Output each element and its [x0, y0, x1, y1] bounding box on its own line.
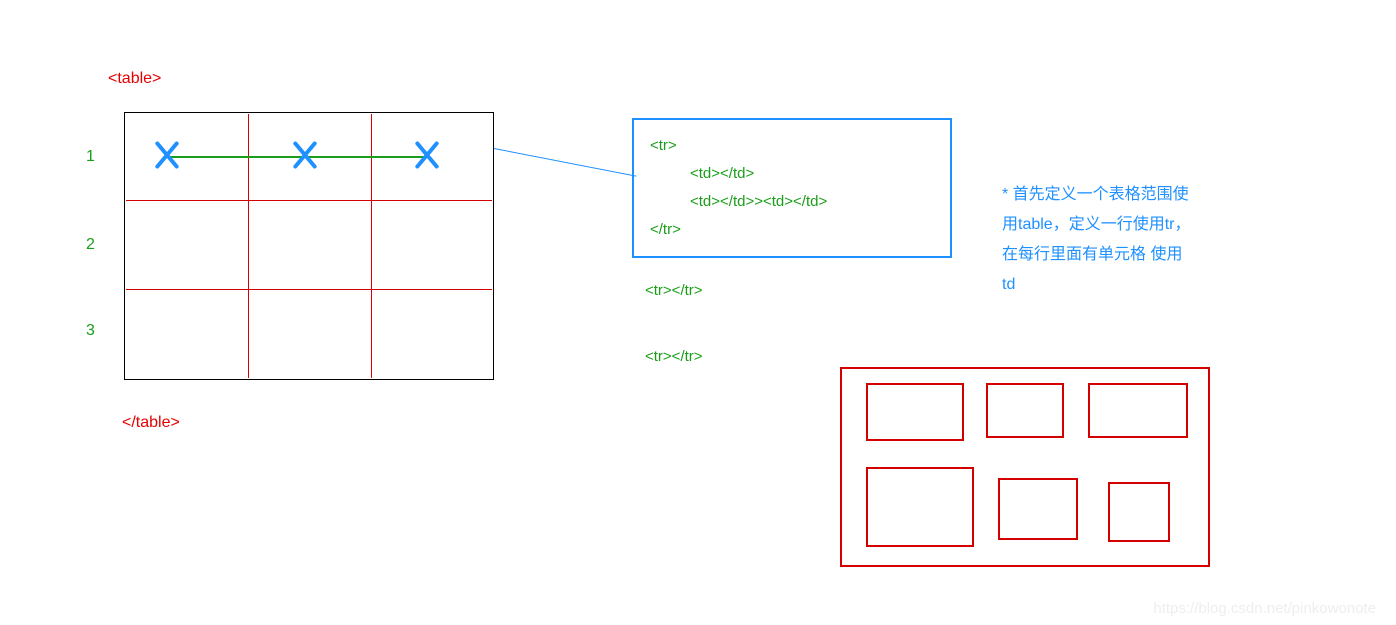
x-mark-1: [150, 138, 184, 172]
label-table-close: </table>: [122, 414, 180, 432]
code-line-3: <td></td>><td></td>: [650, 188, 934, 216]
red-cell-1-2: [986, 383, 1064, 438]
tr-empty-1: <tr></tr>: [645, 282, 703, 299]
grid-vline-1: [248, 114, 249, 378]
label-table-open: <table>: [108, 70, 161, 88]
label-row-3: 3: [86, 322, 95, 340]
red-cell-1-3: [1088, 383, 1188, 438]
explanation-text: * 首先定义一个表格范围使用table，定义一行使用tr，在每行里面有单元格 使…: [1002, 180, 1192, 300]
callout-connector: [494, 148, 637, 177]
red-cell-2-1: [866, 467, 974, 547]
tr-empty-2: <tr></tr>: [645, 348, 703, 365]
red-cell-2-2: [998, 478, 1078, 540]
red-cell-2-3: [1108, 482, 1170, 542]
label-row-1: 1: [86, 148, 95, 166]
code-box-tr: <tr> <td></td> <td></td>><td></td> </tr>: [632, 118, 952, 258]
code-line-4: </tr>: [650, 216, 934, 244]
grid-vline-2: [371, 114, 372, 378]
label-row-2: 2: [86, 236, 95, 254]
code-line-2: <td></td>: [650, 160, 934, 188]
x-mark-2: [288, 138, 322, 172]
red-cell-1-1: [866, 383, 964, 441]
grid-hline-1: [126, 200, 492, 201]
watermark-text: https://blog.csdn.net/pinkowonote: [1153, 600, 1376, 617]
grid-hline-2: [126, 289, 492, 290]
x-mark-3: [410, 138, 444, 172]
code-line-1: <tr>: [650, 132, 934, 160]
